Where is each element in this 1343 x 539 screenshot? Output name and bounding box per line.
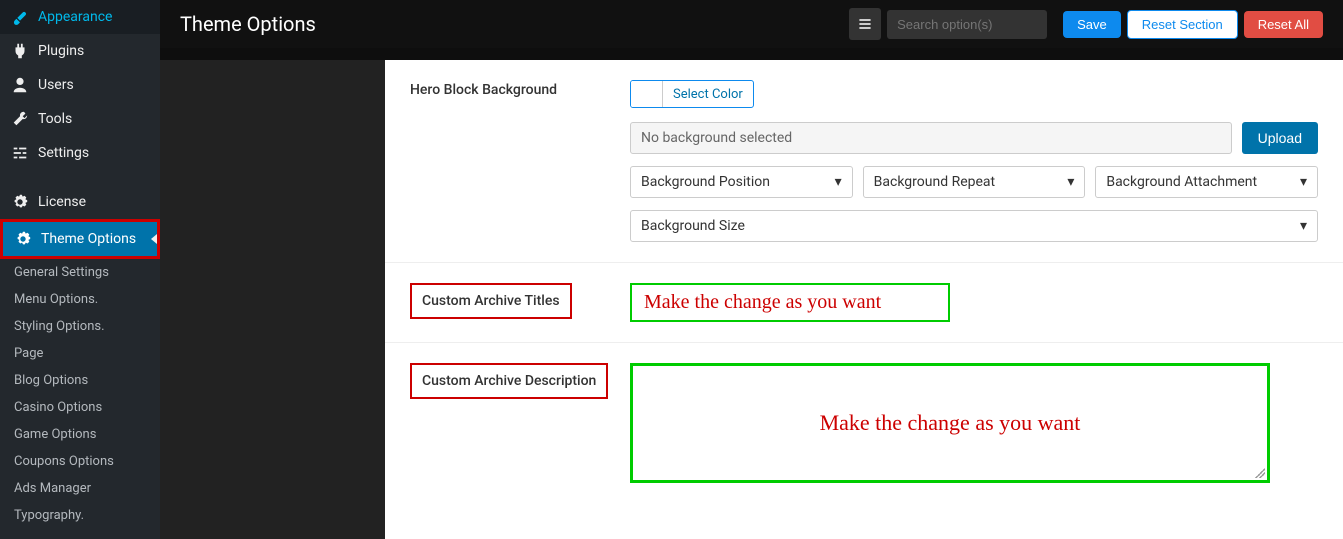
sidebar-sub-page[interactable]: Page (0, 340, 160, 367)
color-swatch (631, 81, 663, 107)
options-inner-sidebar (160, 60, 385, 539)
page-title: Theme Options (180, 12, 849, 36)
sidebar-item-settings[interactable]: Settings (0, 136, 160, 170)
sidebar-item-theme-options[interactable]: Theme Options (0, 219, 160, 259)
sidebar-sub-game-options[interactable]: Game Options (0, 421, 160, 448)
expand-icon[interactable] (849, 8, 881, 40)
sidebar-item-appearance[interactable]: Appearance (0, 0, 160, 34)
topbar: Theme Options Save Reset Section Reset A… (160, 0, 1343, 48)
save-button[interactable]: Save (1063, 11, 1121, 38)
sidebar-label: Appearance (38, 9, 112, 25)
option-label-highlighted: Custom Archive Titles (410, 283, 572, 319)
sub-header-strip (160, 48, 1343, 60)
background-path-display: No background selected (630, 122, 1232, 154)
option-custom-archive-description: Custom Archive Description Make the chan… (385, 343, 1343, 503)
sidebar-sub-coupons-options[interactable]: Coupons Options (0, 448, 160, 475)
sidebar-label: Theme Options (41, 231, 136, 247)
wrench-icon (10, 110, 30, 128)
reset-all-button[interactable]: Reset All (1244, 11, 1323, 38)
archive-description-textarea[interactable]: Make the change as you want (630, 363, 1270, 483)
resize-handle-icon[interactable] (1255, 468, 1265, 478)
sidebar-label: Plugins (38, 43, 84, 59)
option-custom-archive-titles: Custom Archive Titles Make the change as… (385, 263, 1343, 343)
options-content: Hero Block Background Select Color No ba… (385, 60, 1343, 539)
user-icon (10, 76, 30, 94)
chevron-down-icon: ▾ (1067, 174, 1074, 190)
bg-size-select[interactable]: Background Size ▾ (630, 210, 1318, 242)
option-label-highlighted: Custom Archive Description (410, 363, 608, 399)
bg-repeat-select[interactable]: Background Repeat ▾ (863, 166, 1086, 198)
chevron-down-icon: ▾ (1300, 218, 1307, 234)
color-picker[interactable]: Select Color (630, 80, 754, 108)
sidebar-sub-blog-options[interactable]: Blog Options (0, 367, 160, 394)
option-hero-block-background: Hero Block Background Select Color No ba… (385, 60, 1343, 263)
sidebar-label: Tools (38, 111, 72, 127)
brush-icon (10, 8, 30, 26)
sidebar-sub-styling-options[interactable]: Styling Options. (0, 313, 160, 340)
select-color-text: Select Color (663, 83, 753, 106)
sidebar-sub-general-settings[interactable]: General Settings (0, 259, 160, 286)
sidebar-item-license[interactable]: License (0, 185, 160, 219)
sidebar-item-tools[interactable]: Tools (0, 102, 160, 136)
sidebar-label: License (38, 194, 86, 210)
reset-section-button[interactable]: Reset Section (1127, 10, 1238, 39)
upload-button[interactable]: Upload (1242, 122, 1318, 154)
sidebar-label: Users (38, 77, 74, 93)
sidebar-item-users[interactable]: Users (0, 68, 160, 102)
option-label: Hero Block Background (410, 80, 630, 242)
admin-sidebar: Appearance Plugins Users Tools Settings … (0, 0, 160, 539)
sidebar-item-plugins[interactable]: Plugins (0, 34, 160, 68)
chevron-down-icon: ▾ (835, 174, 842, 190)
sidebar-sub-ads-manager[interactable]: Ads Manager (0, 475, 160, 502)
sidebar-sub-menu-options[interactable]: Menu Options. (0, 286, 160, 313)
sliders-icon (10, 144, 30, 162)
bg-attachment-select[interactable]: Background Attachment ▾ (1095, 166, 1318, 198)
search-input[interactable] (887, 10, 1047, 39)
bg-position-select[interactable]: Background Position ▾ (630, 166, 853, 198)
archive-titles-input[interactable]: Make the change as you want (630, 283, 950, 322)
sidebar-sub-casino-options[interactable]: Casino Options (0, 394, 160, 421)
gear-icon (10, 193, 30, 211)
plug-icon (10, 42, 30, 60)
sidebar-sub-typography[interactable]: Typography. (0, 502, 160, 529)
chevron-down-icon: ▾ (1300, 174, 1307, 190)
sidebar-label: Settings (38, 145, 89, 161)
gear-icon (13, 230, 33, 248)
